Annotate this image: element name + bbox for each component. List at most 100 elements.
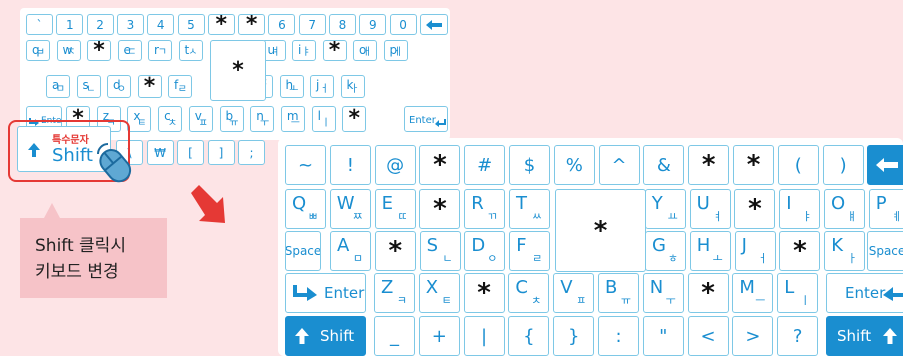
large-r4-key-2[interactable]: * xyxy=(463,273,505,313)
large-r5-key-9[interactable]: ? xyxy=(777,316,819,356)
large-r1-key-12[interactable]: ) xyxy=(822,145,864,185)
small-r4-key-7[interactable]: mㅡ xyxy=(280,106,305,132)
large-r4-key-6[interactable]: Nㅜ xyxy=(642,273,684,313)
small-r2-key-2[interactable]: * xyxy=(87,40,111,61)
large-backspace-key[interactable] xyxy=(867,145,903,185)
small-r3-key-0[interactable]: aㅁ xyxy=(46,75,70,98)
small-r1-key-10[interactable]: 8 xyxy=(329,14,356,35)
small-r3-key-2[interactable]: dㅇ xyxy=(107,75,131,98)
small-r1-key-0[interactable]: ` xyxy=(26,14,53,35)
large-r5-key-6[interactable]: " xyxy=(642,316,684,356)
small-r5-key-2[interactable]: [ xyxy=(177,140,204,165)
large-r2-key-1[interactable]: Wㅉ xyxy=(329,189,371,229)
small-r5-key-3[interactable]: ] xyxy=(207,140,235,165)
large-r1-key-9[interactable]: * xyxy=(688,145,730,185)
large-r5-key-2[interactable]: | xyxy=(463,316,505,356)
small-r3-key-9[interactable]: kㅏ xyxy=(340,75,365,98)
large-r5-key-0[interactable]: _ xyxy=(374,316,415,356)
small-r2-key-4[interactable]: rㄱ xyxy=(148,40,172,61)
small-r1-key-5[interactable]: 5 xyxy=(177,14,205,35)
small-r2-key-0[interactable]: qㅂ xyxy=(26,40,50,61)
small-r5-key-4[interactable]: ; xyxy=(238,140,265,165)
large-r3-key-9[interactable]: Kㅏ xyxy=(824,231,866,271)
large-r1-key-11[interactable]: ( xyxy=(777,145,819,185)
large-space-right-key[interactable]: Space xyxy=(867,231,903,271)
small-center-key[interactable]: * xyxy=(210,40,266,101)
large-r2-key-2[interactable]: Eㄸ xyxy=(374,189,416,229)
large-r4-key-5[interactable]: Bㅠ xyxy=(598,273,639,313)
small-r3-key-8[interactable]: jㅓ xyxy=(310,75,334,98)
small-r3-key-1[interactable]: sㄴ xyxy=(76,75,101,98)
large-r2-key-5[interactable]: Tㅆ xyxy=(509,189,550,229)
large-r2-key-8[interactable]: * xyxy=(734,189,776,229)
large-r2-key-0[interactable]: Qㅃ xyxy=(285,189,326,229)
large-r1-key-7[interactable]: ^ xyxy=(598,145,640,185)
large-r3-key-8[interactable]: * xyxy=(779,231,821,271)
large-r3-key-5[interactable]: Gㅎ xyxy=(645,231,686,271)
large-r5-key-5[interactable]: : xyxy=(598,316,639,356)
small-r3-key-3[interactable]: * xyxy=(137,75,162,98)
small-r3-key-7[interactable]: hㅗ xyxy=(279,75,304,98)
small-r1-key-3[interactable]: 3 xyxy=(116,14,144,35)
large-r4-key-0[interactable]: Zㅋ xyxy=(374,273,415,313)
large-r2-key-10[interactable]: Oㅒ xyxy=(824,189,865,229)
large-r1-key-4[interactable]: # xyxy=(464,145,506,185)
small-r5-key-1[interactable]: ₩ xyxy=(146,140,174,165)
large-enter-left-key[interactable]: Enter xyxy=(285,273,366,313)
small-r4-key-9[interactable]: * xyxy=(342,106,367,132)
large-space-left-key[interactable]: Space xyxy=(285,231,321,271)
large-r1-key-8[interactable]: & xyxy=(643,145,685,185)
large-r3-key-4[interactable]: Fㄹ xyxy=(509,231,551,271)
small-r2-key-5[interactable]: tㅅ xyxy=(178,40,203,61)
large-r1-key-6[interactable]: % xyxy=(553,145,595,185)
small-r4-key-6[interactable]: nㅜ xyxy=(250,106,275,132)
large-r4-key-8[interactable]: Mㅡ xyxy=(732,273,774,313)
large-enter-right-key[interactable]: Enter xyxy=(826,273,903,313)
large-r4-key-3[interactable]: Cㅊ xyxy=(508,273,550,313)
large-r2-key-11[interactable]: Pㅖ xyxy=(868,189,903,229)
small-r4-key-5[interactable]: bㅠ xyxy=(219,106,244,132)
large-r2-key-9[interactable]: Iㅑ xyxy=(779,189,821,229)
small-r4-key-4[interactable]: vㅍ xyxy=(188,106,213,132)
large-r2-key-6[interactable]: Yㅛ xyxy=(644,189,686,229)
small-enter-right-key[interactable]: Enter xyxy=(404,106,448,132)
small-r2-key-11[interactable]: pㅔ xyxy=(383,40,408,61)
large-r3-key-1[interactable]: * xyxy=(374,231,416,271)
large-r2-key-4[interactable]: Rㄲ xyxy=(464,189,506,229)
large-r3-key-3[interactable]: Dㅇ xyxy=(464,231,506,271)
large-r3-key-0[interactable]: Aㅁ xyxy=(330,231,371,271)
large-r4-key-7[interactable]: * xyxy=(687,273,729,313)
large-r1-key-10[interactable]: * xyxy=(733,145,774,185)
large-r5-key-3[interactable]: { xyxy=(508,316,550,356)
large-r4-key-9[interactable]: Lㅣ xyxy=(777,273,819,313)
large-r1-key-1[interactable]: ! xyxy=(329,145,371,185)
small-r1-key-2[interactable]: 2 xyxy=(86,14,114,35)
small-r1-key-9[interactable]: 7 xyxy=(298,14,326,35)
large-r2-key-7[interactable]: Uㅕ xyxy=(689,189,731,229)
small-r2-key-8[interactable]: iㅑ xyxy=(292,40,316,61)
large-r3-key-6[interactable]: Hㅗ xyxy=(689,231,731,271)
large-shift-right-key[interactable]: Shift xyxy=(826,316,903,356)
small-r4-key-2[interactable]: xㅌ xyxy=(127,106,152,132)
small-r2-key-9[interactable]: * xyxy=(322,40,347,61)
small-r1-key-1[interactable]: 1 xyxy=(56,14,84,35)
large-r1-key-0[interactable]: ~ xyxy=(285,145,326,185)
large-r5-key-8[interactable]: > xyxy=(732,316,774,356)
small-r1-key-8[interactable]: 6 xyxy=(268,14,296,35)
large-r1-key-3[interactable]: * xyxy=(419,145,461,185)
small-r1-key-12[interactable]: 0 xyxy=(389,14,417,35)
small-r1-key-11[interactable]: 9 xyxy=(359,14,387,35)
small-r2-key-1[interactable]: wㅈ xyxy=(56,40,81,61)
small-r3-key-4[interactable]: fㄹ xyxy=(168,75,192,98)
small-backspace-key[interactable] xyxy=(420,14,448,35)
large-r3-key-7[interactable]: Jㅓ xyxy=(734,231,776,271)
large-r5-key-7[interactable]: < xyxy=(687,316,729,356)
large-shift-left-key[interactable]: Shift xyxy=(285,316,366,356)
large-r5-key-4[interactable]: } xyxy=(553,316,595,356)
large-r1-key-5[interactable]: $ xyxy=(509,145,550,185)
large-r3-key-2[interactable]: Sㄴ xyxy=(419,231,461,271)
large-r5-key-1[interactable]: + xyxy=(418,316,460,356)
small-r2-key-10[interactable]: oㅐ xyxy=(353,40,377,61)
small-r4-key-3[interactable]: cㅊ xyxy=(158,106,183,132)
small-r2-key-3[interactable]: eㄷ xyxy=(117,40,142,61)
